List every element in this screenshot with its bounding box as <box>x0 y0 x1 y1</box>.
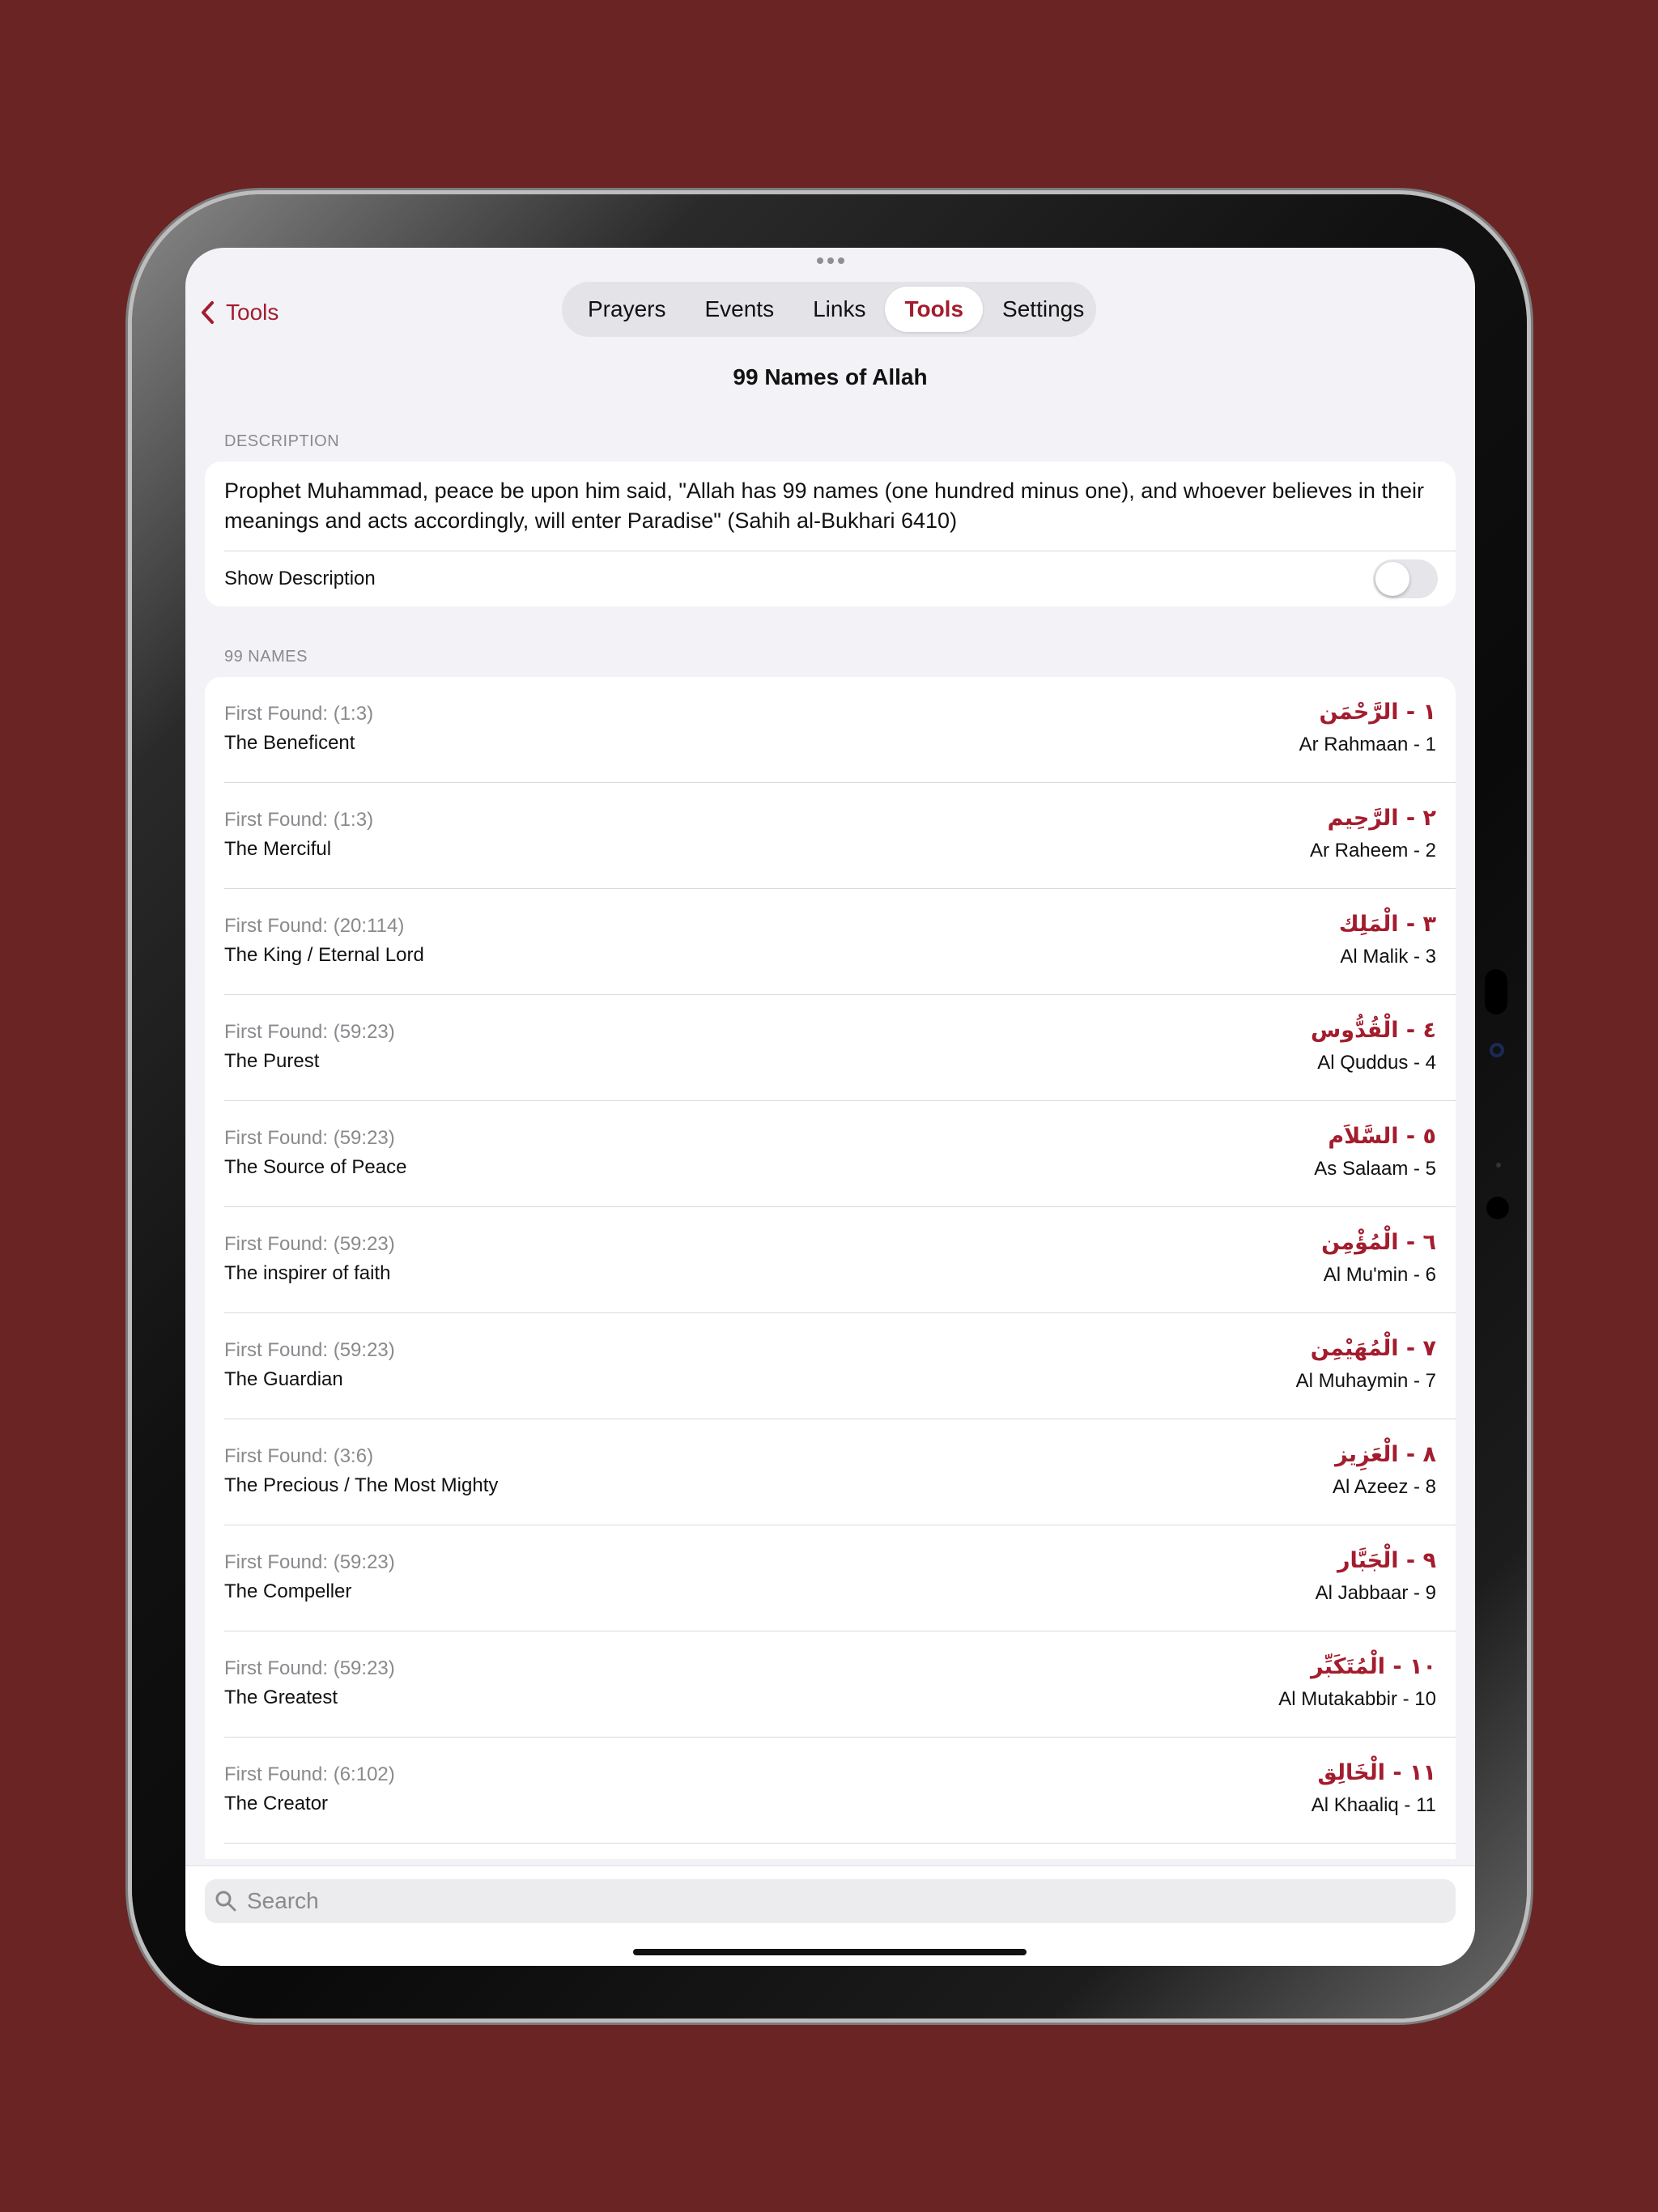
list-item[interactable]: First Found: (59:23) The Guardian ٧ - ال… <box>205 1313 1456 1419</box>
search-toolbar <box>185 1865 1475 1966</box>
names-list: First Found: (1:3) The Beneficent ١ - ال… <box>205 677 1456 1859</box>
list-item[interactable]: First Found: (59:23) The Compeller ٩ - ا… <box>205 1525 1456 1631</box>
transliteration: Al Mutakabbir - 10 <box>1278 1688 1436 1710</box>
arabic-name: ٨ - الْعَزِيز <box>1335 1442 1436 1467</box>
first-found: First Found: (59:23) <box>224 1551 395 1573</box>
arabic-name: ٧ - الْمُهَيْمِن <box>1310 1336 1436 1361</box>
first-found: First Found: (3:6) <box>224 1445 374 1467</box>
description-text: Prophet Muhammad, peace be upon him said… <box>224 479 1424 533</box>
arabic-name: ٣ - الْمَلِك <box>1338 912 1436 937</box>
arabic-name: ١٠ - الْمُتَكَبِّر <box>1310 1654 1436 1679</box>
description-section-header: DESCRIPTION <box>224 432 340 450</box>
name-meaning: The Merciful <box>224 838 332 860</box>
transliteration: Al Muhaymin - 7 <box>1295 1370 1436 1392</box>
show-description-label: Show Description <box>224 568 376 589</box>
front-camera <box>1490 1043 1504 1057</box>
first-found: First Found: (6:102) <box>224 1763 395 1785</box>
arabic-name: ١١ - الْخَالِق <box>1317 1760 1436 1785</box>
app-screen: Tools Prayers Events Links Tools Setting… <box>185 248 1475 1966</box>
list-item[interactable]: First Found: (59:23) The Purest ٤ - الْق… <box>205 995 1456 1101</box>
home-indicator[interactable] <box>633 1949 1027 1955</box>
name-meaning: The King / Eternal Lord <box>224 944 424 966</box>
name-meaning: The Beneficent <box>224 732 355 754</box>
transliteration: Ar Rahmaan - 1 <box>1299 734 1436 755</box>
list-item[interactable]: First Found: (1:3) The Merciful ٢ - الرَ… <box>205 783 1456 889</box>
name-meaning: The Compeller <box>224 1580 352 1602</box>
list-item[interactable]: First Found: (1:3) The Beneficent ١ - ال… <box>205 677 1456 783</box>
name-meaning: The Precious / The Most Mighty <box>224 1474 499 1496</box>
tab-bar: Prayers Events Links Tools Settings <box>562 282 1096 337</box>
show-description-toggle[interactable] <box>1373 559 1438 598</box>
transliteration: Ar Raheem - 2 <box>1309 840 1436 861</box>
back-button[interactable]: Tools <box>200 290 278 335</box>
list-item[interactable]: First Found: (3:6) The Precious / The Mo… <box>205 1419 1456 1525</box>
list-item[interactable]: First Found: (59:23) The Source of Peace… <box>205 1101 1456 1207</box>
arabic-name: ٦ - الْمُؤْمِن <box>1321 1230 1436 1255</box>
first-found: First Found: (59:23) <box>224 1657 395 1679</box>
list-item[interactable]: First Found: (6:102) The Creator ١١ - ال… <box>205 1738 1456 1844</box>
first-found: First Found: (20:114) <box>224 915 405 937</box>
tab-tools[interactable]: Tools <box>885 287 984 332</box>
search-input[interactable] <box>245 1887 1382 1915</box>
first-found: First Found: (59:23) <box>224 1021 395 1043</box>
name-meaning: The Source of Peace <box>224 1156 407 1178</box>
transliteration: As Salaam - 5 <box>1314 1158 1436 1180</box>
tab-links[interactable]: Links <box>793 287 885 332</box>
first-found: First Found: (59:23) <box>224 1233 395 1255</box>
arabic-name: ٢ - الرَّحِيم <box>1327 806 1436 831</box>
name-meaning: The Greatest <box>224 1687 338 1708</box>
transliteration: Al Malik - 3 <box>1340 946 1436 968</box>
tab-prayers[interactable]: Prayers <box>568 287 685 332</box>
search-bar[interactable] <box>205 1879 1456 1923</box>
chevron-left-icon <box>202 301 214 324</box>
arabic-name: ١ - الرَّحْمَن <box>1319 700 1436 725</box>
name-meaning: The Guardian <box>224 1368 343 1390</box>
first-found: First Found: (59:23) <box>224 1127 395 1149</box>
transliteration: Al Mu'min - 6 <box>1323 1264 1436 1286</box>
arabic-name: ٥ - السَّلاَم <box>1328 1124 1436 1149</box>
name-meaning: The Creator <box>224 1793 329 1814</box>
transliteration: Al Khaaliq - 11 <box>1311 1794 1436 1816</box>
back-label: Tools <box>226 300 279 325</box>
ellipsis-icon[interactable] <box>817 257 844 266</box>
first-found: First Found: (1:3) <box>224 809 374 831</box>
arabic-name: ٩ - الْجَبَّار <box>1337 1548 1436 1573</box>
list-item[interactable]: First Found: (20:114) The King / Eternal… <box>205 889 1456 995</box>
first-found: First Found: (1:3) <box>224 703 374 725</box>
page-title: 99 Names of Allah <box>733 364 928 389</box>
transliteration: Al Quddus - 4 <box>1317 1052 1436 1074</box>
search-icon <box>215 1891 236 1912</box>
arabic-name: ٤ - الْقُدُّوس <box>1311 1018 1436 1043</box>
name-meaning: The Purest <box>224 1050 320 1072</box>
names-section-header: 99 NAMES <box>224 648 308 666</box>
side-sensor <box>1486 1197 1509 1219</box>
tab-settings[interactable]: Settings <box>983 287 1103 332</box>
show-description-row: Show Description <box>224 551 1456 606</box>
first-found: First Found: (59:23) <box>224 1339 395 1361</box>
name-meaning: The inspirer of faith <box>224 1262 391 1284</box>
sensor-dot <box>1496 1163 1501 1168</box>
description-card: Prophet Muhammad, peace be upon him said… <box>205 462 1456 606</box>
tab-events[interactable]: Events <box>685 287 793 332</box>
transliteration: Al Azeez - 8 <box>1332 1476 1436 1498</box>
list-item[interactable]: First Found: (59:23) The Greatest ١٠ - ا… <box>205 1631 1456 1738</box>
side-camera-pill <box>1485 969 1507 1015</box>
transliteration: Al Jabbaar - 9 <box>1315 1582 1436 1604</box>
list-item[interactable]: First Found: (59:23) The inspirer of fai… <box>205 1207 1456 1313</box>
